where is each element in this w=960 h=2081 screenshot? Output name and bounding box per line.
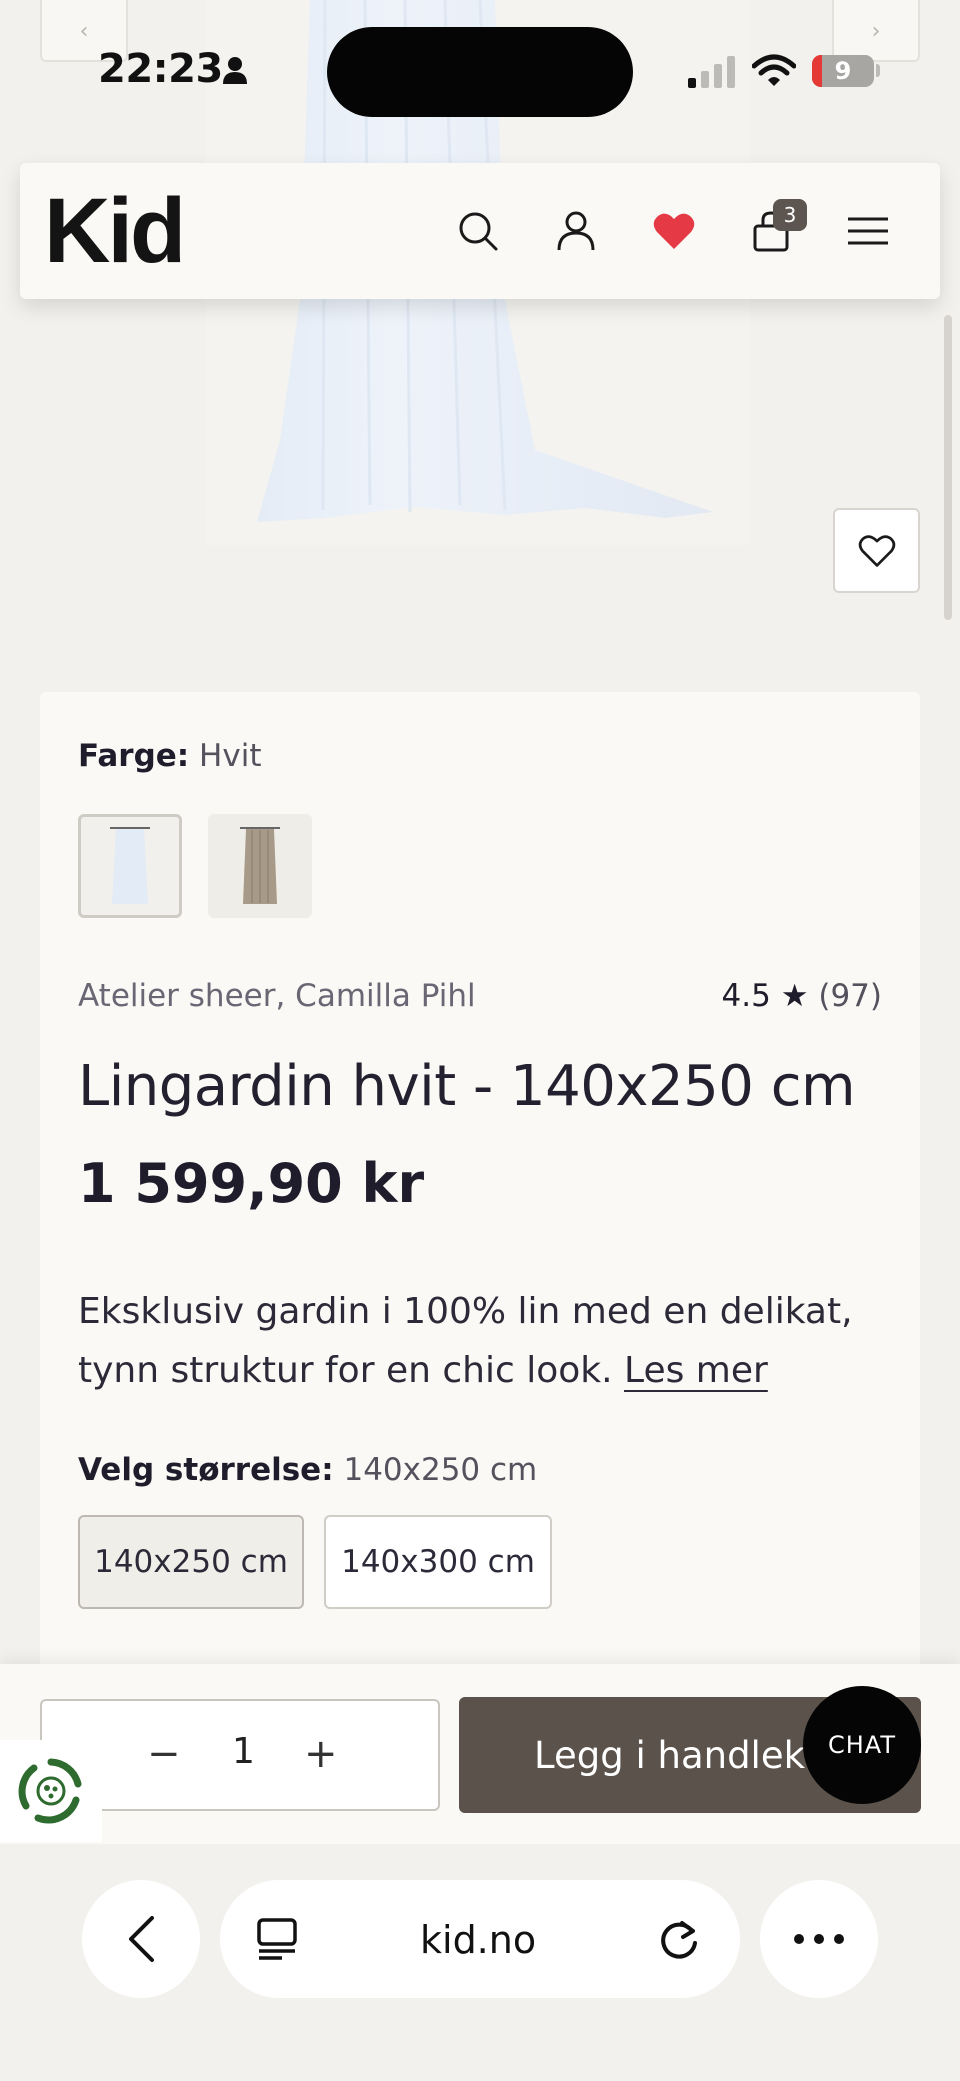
dynamic-island [327, 27, 633, 117]
browser-back-button[interactable] [82, 1880, 200, 1998]
product-brand[interactable]: Atelier sheer, Camilla Pihl [78, 978, 476, 1014]
eco-badge-icon[interactable] [0, 1740, 102, 1842]
reload-icon[interactable] [658, 1917, 700, 1961]
size-option-140x300[interactable]: 140x300 cm [324, 1515, 552, 1609]
product-details-card: Farge: Hvit Atelier sheer, Camilla Pihl … [40, 692, 920, 1692]
product-rating[interactable]: 4.5 ★ (97) [722, 978, 882, 1014]
tabs-icon[interactable] [256, 1917, 298, 1961]
selected-color-value: Hvit [199, 738, 262, 774]
cart-count-badge: 3 [773, 199, 807, 231]
rating-score: 4.5 ★ [721, 978, 809, 1014]
size-selector-label: Velg størrelse: 140x250 cm [78, 1452, 537, 1488]
wifi-icon [752, 54, 796, 86]
color-swatch-white[interactable] [78, 814, 182, 918]
chat-button[interactable]: CHAT [803, 1686, 921, 1804]
product-description: Eksklusiv gardin i 100% lin med en delik… [78, 1282, 878, 1400]
read-more-link[interactable]: Les mer [624, 1350, 768, 1391]
battery-tip [876, 64, 880, 77]
cart-icon[interactable]: 3 [743, 199, 807, 259]
selected-size-value: 140x250 cm [343, 1452, 538, 1488]
product-title: Lingardin hvit - 140x250 cm [78, 1054, 856, 1119]
site-header: Kid 3 [20, 163, 940, 299]
quantity-value[interactable]: 1 [232, 1731, 255, 1772]
quantity-decrease-button[interactable]: − [147, 1731, 181, 1777]
url-text[interactable]: kid.no [420, 1918, 536, 1962]
back-arrow-icon [129, 1916, 154, 1962]
quantity-increase-button[interactable]: + [304, 1731, 338, 1777]
product-price: 1 599,90 kr [78, 1152, 425, 1215]
rating-count: (97) [818, 978, 882, 1014]
size-option-140x250[interactable]: 140x250 cm [78, 1515, 304, 1609]
kid-logo[interactable]: Kid [44, 185, 186, 277]
status-time: 22:23 [98, 46, 223, 92]
wishlist-heart-icon[interactable] [646, 203, 702, 259]
size-label-title: Velg størrelse: [78, 1452, 334, 1488]
page-scrollbar[interactable] [944, 315, 952, 620]
color-label-title: Farge: [78, 738, 190, 774]
browser-more-button[interactable] [760, 1880, 878, 1998]
add-to-favorites-button[interactable] [833, 508, 920, 593]
color-selector-label: Farge: Hvit [78, 738, 261, 774]
search-icon[interactable] [450, 203, 506, 259]
address-bar[interactable]: kid.no [220, 1880, 740, 1998]
account-icon[interactable] [548, 203, 604, 259]
more-dots-icon [794, 1934, 844, 1944]
battery-indicator: 9 [812, 55, 874, 87]
menu-hamburger-icon[interactable] [840, 203, 896, 259]
heart-outline-icon [858, 534, 895, 567]
color-swatch-beige[interactable] [208, 814, 312, 918]
person-status-icon [223, 57, 247, 84]
battery-level: 9 [834, 57, 852, 85]
cellular-signal-icon [688, 56, 735, 88]
status-bar: 22:23 9 [0, 0, 960, 140]
browser-toolbar: kid.no [0, 1844, 960, 2081]
